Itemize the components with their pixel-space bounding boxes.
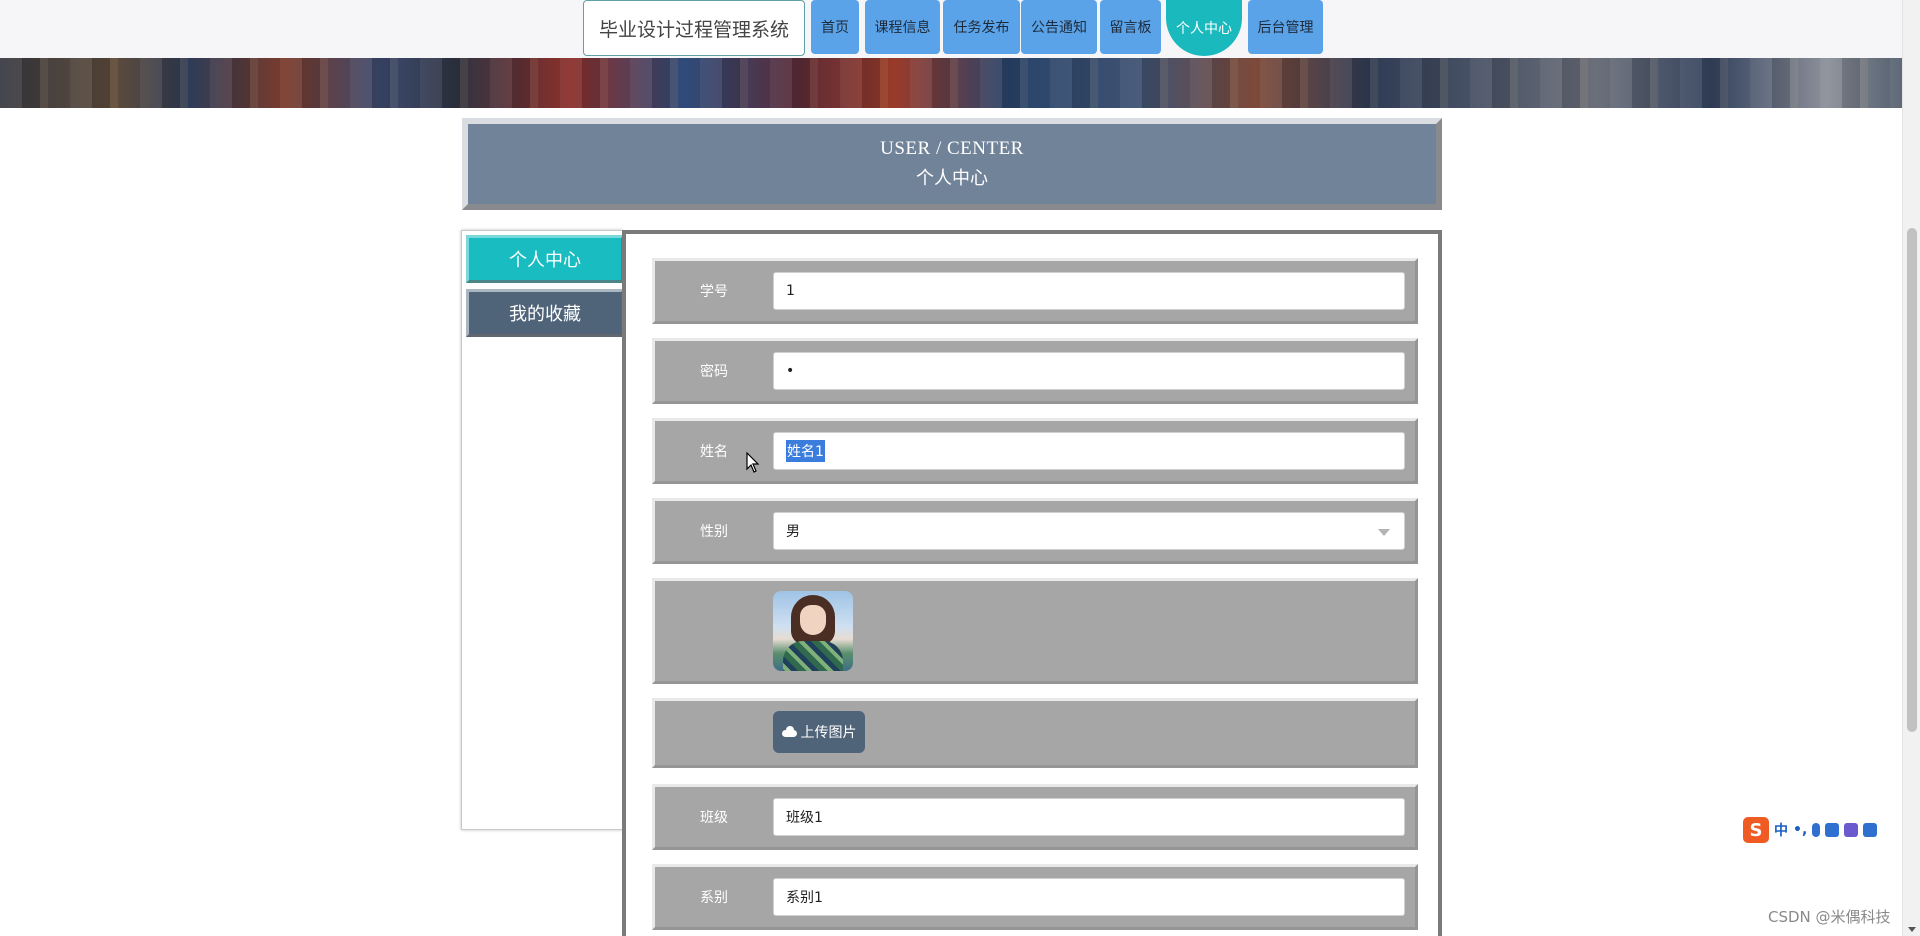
side-item-favorites[interactable]: 我的收藏 — [466, 289, 624, 337]
form-row-gender: 性别 男 — [652, 498, 1418, 564]
skin-icon[interactable] — [1844, 823, 1859, 837]
chevron-down-icon — [1378, 529, 1390, 536]
site-title[interactable]: 毕业设计过程管理系统 — [583, 0, 805, 56]
page-scrollbar[interactable] — [1902, 0, 1920, 936]
gender-select-value: 男 — [786, 524, 800, 540]
apps-grid-icon[interactable] — [1863, 823, 1878, 837]
side-menu: 个人中心 我的收藏 — [461, 230, 624, 830]
ime-mode-toggle[interactable]: 中 — [1774, 820, 1788, 840]
nav-message-board[interactable]: 留言板 — [1100, 0, 1161, 54]
scroll-down-arrow-icon[interactable] — [1908, 927, 1916, 932]
department-input[interactable] — [773, 878, 1405, 916]
form-row-class: 班级 — [652, 784, 1418, 850]
ime-punct-toggle[interactable]: •, — [1793, 822, 1807, 838]
watermark: CSDN @米偶科技 — [1768, 908, 1891, 926]
nav-home[interactable]: 首页 — [811, 0, 859, 54]
avatar-image[interactable] — [773, 591, 853, 671]
form-row-upload: 上传图片 — [652, 698, 1418, 768]
top-navbar: 毕业设计过程管理系统 首页 课程信息 任务发布 公告通知 留言板 个人中心 后台… — [0, 0, 1902, 58]
form-row-avatar — [652, 578, 1418, 684]
scrollbar-thumb[interactable] — [1907, 228, 1917, 732]
microphone-icon[interactable] — [1812, 823, 1821, 837]
form-row-department: 系别 — [652, 864, 1418, 930]
banner-image — [0, 58, 1902, 108]
sogou-logo-icon[interactable]: S — [1743, 817, 1769, 843]
nav-user-center[interactable]: 个人中心 — [1166, 0, 1242, 56]
form-row-student-id: 学号 — [652, 258, 1418, 324]
side-item-user-center[interactable]: 个人中心 — [466, 235, 624, 283]
profile-form-panel: 学号 密码 • 姓名 姓名1 性别 男 上传图片 班级 — [622, 230, 1442, 936]
name-input[interactable]: 姓名1 — [773, 432, 1405, 470]
class-input[interactable] — [773, 798, 1405, 836]
nav-course-info[interactable]: 课程信息 — [865, 0, 940, 54]
nav-notice[interactable]: 公告通知 — [1021, 0, 1097, 54]
keyboard-icon[interactable] — [1825, 823, 1840, 837]
header-en-title: USER / CENTER — [880, 138, 1024, 159]
ime-toolbar[interactable]: S 中 •, — [1743, 817, 1883, 843]
form-row-password: 密码 • — [652, 338, 1418, 404]
form-row-name: 姓名 姓名1 — [652, 418, 1418, 484]
class-label: 班级 — [700, 810, 728, 826]
upload-image-button[interactable]: 上传图片 — [773, 711, 865, 753]
name-input-value: 姓名1 — [786, 440, 825, 462]
department-label: 系别 — [700, 890, 728, 906]
nav-admin[interactable]: 后台管理 — [1248, 0, 1323, 54]
password-label: 密码 — [700, 364, 728, 380]
student-id-input[interactable] — [773, 272, 1405, 310]
student-id-label: 学号 — [700, 284, 728, 300]
upload-image-label: 上传图片 — [800, 725, 857, 741]
gender-label: 性别 — [700, 524, 728, 540]
header-zh-title: 个人中心 — [916, 168, 988, 189]
nav-task-publish[interactable]: 任务发布 — [943, 0, 1020, 54]
gender-select[interactable]: 男 — [773, 512, 1405, 550]
password-input[interactable]: • — [773, 352, 1405, 390]
user-center-header: USER / CENTER 个人中心 — [462, 118, 1442, 210]
cloud-upload-icon — [781, 726, 797, 737]
